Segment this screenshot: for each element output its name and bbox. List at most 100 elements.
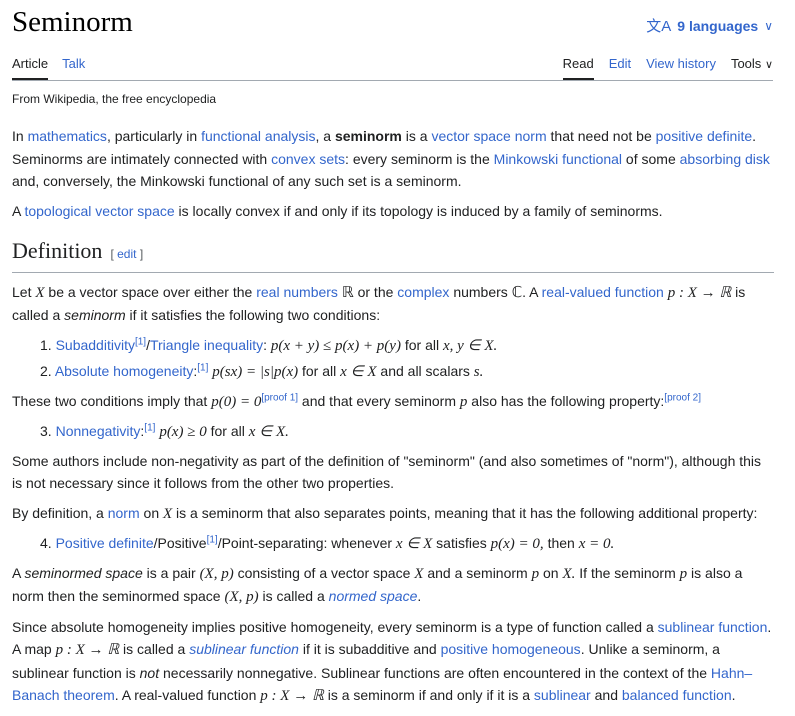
list-number: 4. [40,535,52,551]
math: p(x) ≥ 0 [159,424,207,440]
link-subadditivity[interactable]: Subadditivity [56,337,135,353]
text: If the seminorm [575,564,680,581]
section-heading-definition: Definition [ edit ] [12,238,774,273]
reference[interactable]: [proof 2] [664,392,701,403]
math: X [35,284,45,301]
math: x, y ∈ X. [442,337,498,354]
math: (X, p) [199,565,234,582]
tagline: From Wikipedia, the free encyclopedia [12,92,217,106]
link-minkowski-functional[interactable]: Minkowski functional [494,151,622,167]
emphasis: seminormed space [24,564,143,581]
emphasis: seminorm [64,307,126,323]
text: Since absolute homogeneity implies posit… [12,618,658,635]
tab-view-history[interactable]: View history [646,56,716,80]
math: X. [562,565,576,582]
definition-paragraph-2: These two conditions imply that p(0) = 0… [12,390,774,414]
bracket: ] [139,247,144,261]
text: numbers [449,283,512,300]
link-mathematics[interactable]: mathematics [28,128,107,144]
chevron-down-icon: ∨ [764,59,773,71]
math: p(sx) = |s|p(x) [212,364,299,380]
text: is a seminorm if and only if it is a [323,687,534,703]
page: Seminorm 文A 9 languages ∨ Article Talk R… [0,0,795,716]
tab-talk[interactable]: Talk [62,56,85,80]
list-number: 1. [40,336,52,353]
math: ℝ [341,284,354,301]
link-balanced-function[interactable]: balanced function [622,687,732,703]
link-vector-space-norm[interactable]: vector space norm [431,128,546,144]
text: on [139,504,163,521]
link-absolute-homogeneity[interactable]: Absolute homogeneity [55,363,194,379]
reference[interactable]: [1] [135,336,146,347]
list-number: 2. [40,363,52,379]
text: , a [315,128,335,144]
link-sublinear-function-em[interactable]: sublinear function [189,641,299,657]
math: p : X → ℝ [667,284,732,301]
definition-paragraph-5: A seminormed space is a pair (X, p) cons… [12,562,774,609]
article-body: In mathematics, particularly in function… [12,125,774,715]
link-positive-homogeneous[interactable]: positive homogeneous [441,641,581,657]
math: p : X → ℝ [260,688,324,704]
link-sublinear[interactable]: sublinear [534,687,591,703]
link-positive-definite[interactable]: Positive definite [56,535,154,551]
text: for all [298,363,341,379]
text: and, conversely, the Minkowski functiona… [12,173,462,189]
norm-property-list: 4. Positive definite/Positive[1]/Point-s… [12,532,774,556]
bracket: [ [110,247,114,261]
tools-label: Tools [730,56,762,71]
link-functional-analysis[interactable]: functional analysis [201,128,315,144]
definition-paragraph-3: Some authors include non-negativity as p… [12,452,762,492]
link-convex-sets[interactable]: convex sets [271,151,345,167]
link-real-numbers[interactable]: real numbers [256,284,338,300]
reference[interactable]: [1] [207,534,218,545]
text: for all [400,336,443,353]
text: By definition, a [12,504,108,521]
text: and that every seminorm [298,392,460,409]
text: These two conditions imply that [12,392,212,409]
link-triangle-inequality[interactable]: Triangle inequality [150,337,263,353]
tab-article[interactable]: Article [12,56,49,80]
math: s. [473,364,484,380]
text: . A real-valued function [114,687,261,703]
heading-text: Definition [12,238,103,263]
reference[interactable]: [1] [144,422,155,433]
link-real-valued-function[interactable]: real-valued function [542,284,664,300]
math: X [163,505,173,522]
reference[interactable]: [1] [197,362,208,373]
link-norm[interactable]: norm [108,505,140,521]
chevron-down-icon: ∨ [764,18,773,33]
list-item: 2. Absolute homogeneity:[1] p(sx) = |s|p… [40,360,774,384]
text: if it satisfies the following two condit… [125,307,381,323]
tools-menu[interactable]: Tools ∨ [731,56,773,80]
text: A [12,564,25,581]
link-nonnegativity[interactable]: Nonnegativity [56,423,141,439]
link-topological-vector-space[interactable]: topological vector space [24,203,174,219]
text: is a [401,128,432,144]
conditions-list: 1. Subadditivity[1]/Triangle inequality:… [12,334,774,384]
definition-paragraph-1: Let X be a vector space over either the … [12,281,774,327]
link-sublinear-function[interactable]: sublinear function [658,619,768,635]
text: Let [12,283,36,300]
tab-read[interactable]: Read [562,56,594,80]
text: is locally convex if and only if its top… [174,202,663,219]
math: p(x) = 0, [490,536,544,552]
list-item: 1. Subadditivity[1]/Triangle inequality:… [40,334,774,358]
text: be a vector space over either the [44,283,257,300]
link-complex[interactable]: complex [397,284,449,300]
link-normed-space[interactable]: normed space [329,588,418,604]
link-positive-definite[interactable]: positive definite [656,128,753,144]
link-absorbing-disk[interactable]: absorbing disk [680,151,770,167]
languages-button[interactable]: 文A 9 languages ∨ [646,15,773,36]
text: is a seminorm that also separates points… [172,504,758,521]
math: p : X → ℝ [55,642,120,658]
text: is called a [119,641,190,657]
edit-section-link[interactable]: edit [117,247,136,261]
math: x ∈ X. [248,424,289,440]
math: (X, p) [224,589,259,605]
reference[interactable]: [proof 1] [261,392,298,403]
text: is a pair [142,564,200,581]
text: if it is subadditive and [298,641,441,657]
tab-edit[interactable]: Edit [609,56,631,80]
math: p [531,565,540,582]
text: : [263,336,267,353]
